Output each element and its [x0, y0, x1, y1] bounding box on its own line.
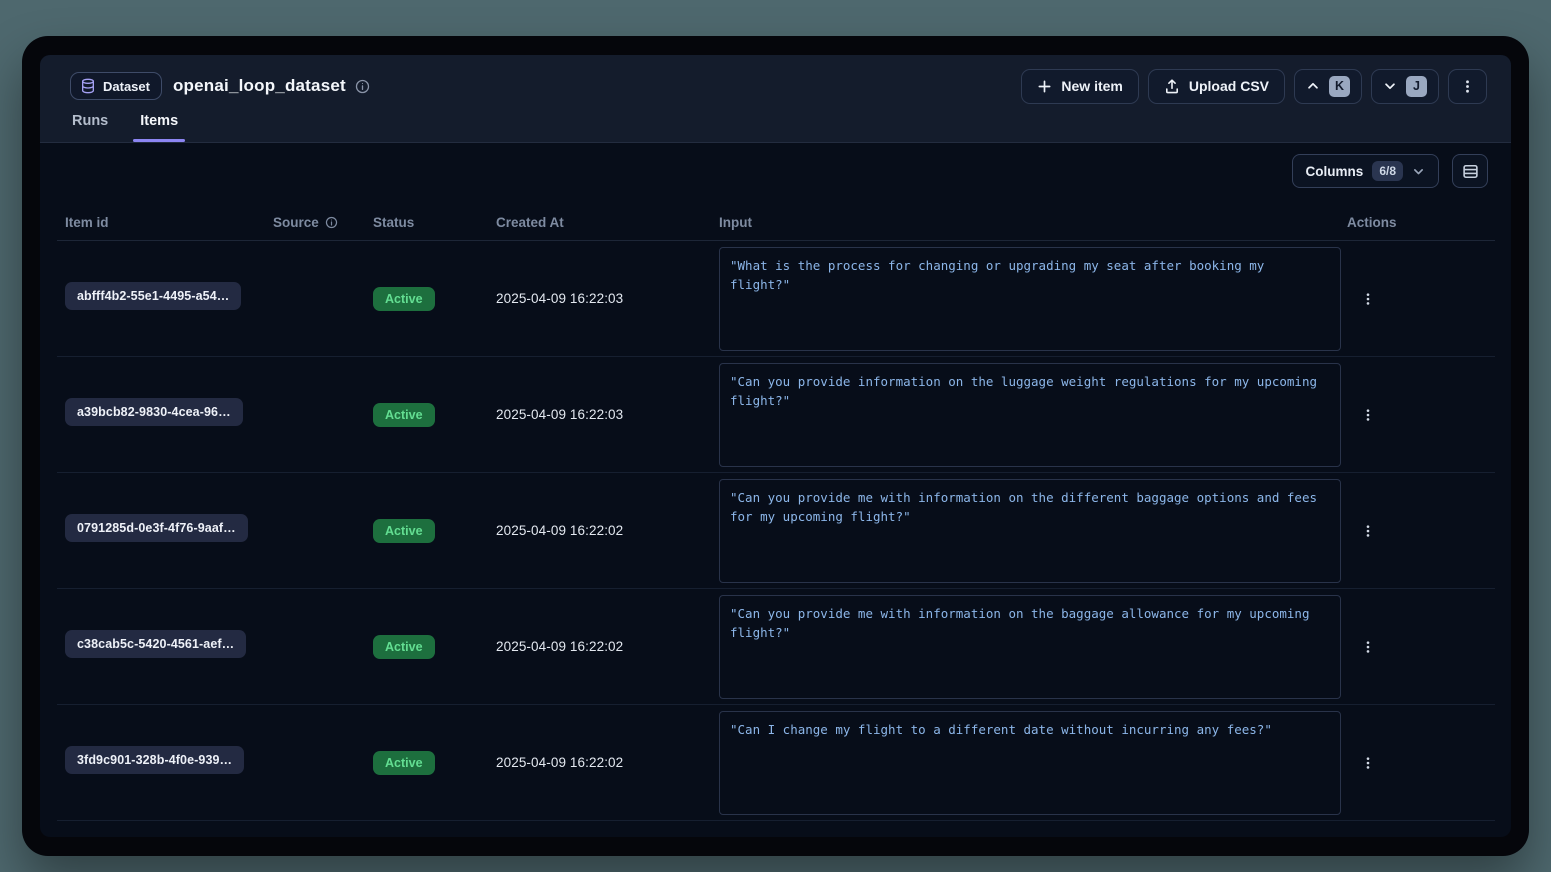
title-row: Dataset openai_loop_dataset	[70, 55, 1487, 109]
row-actions-button[interactable]	[1353, 749, 1383, 777]
kebab-menu-icon	[1460, 78, 1475, 95]
upload-icon	[1164, 78, 1180, 94]
header-created-at: Created At	[488, 215, 711, 230]
kebab-menu-icon	[1361, 639, 1375, 655]
items-content: Columns 6/8	[40, 143, 1511, 821]
kebab-menu-icon	[1361, 755, 1375, 771]
created-at-cell: 2025-04-09 16:22:02	[488, 639, 711, 654]
upload-csv-button[interactable]: Upload CSV	[1148, 69, 1285, 104]
table-row: 0791285d-0e3f-4f76-9aaf… Active 2025-04-…	[57, 473, 1495, 589]
next-item-button[interactable]: J	[1371, 69, 1439, 104]
columns-label: Columns	[1306, 164, 1364, 179]
input-cell: "Can you provide information on the lugg…	[711, 363, 1333, 467]
input-cell: "Can you provide me with information on …	[711, 595, 1333, 699]
actions-cell	[1333, 517, 1495, 545]
chevron-down-icon	[1412, 165, 1425, 178]
chevron-up-icon	[1306, 79, 1320, 93]
table-row: a39bcb82-9830-4cea-96… Active 2025-04-09…	[57, 357, 1495, 473]
tab-runs[interactable]: Runs	[72, 113, 108, 142]
previous-item-button[interactable]: K	[1294, 69, 1362, 104]
status-badge: Active	[373, 635, 435, 659]
actions-cell	[1333, 401, 1495, 429]
header-status: Status	[365, 215, 488, 230]
dataset-badge-label: Dataset	[103, 79, 150, 94]
row-actions-button[interactable]	[1353, 517, 1383, 545]
page-title: openai_loop_dataset	[173, 76, 346, 96]
table-body: abfff4b2-55e1-4495-a54… Active 2025-04-0…	[57, 241, 1495, 821]
actions-cell	[1333, 749, 1495, 777]
header-kebab-menu-button[interactable]	[1448, 69, 1487, 104]
status-cell: Active	[365, 403, 488, 427]
kebab-menu-icon	[1361, 523, 1375, 539]
chevron-down-icon	[1383, 79, 1397, 93]
created-at-cell: 2025-04-09 16:22:03	[488, 407, 711, 422]
input-preview[interactable]: "Can you provide me with information on …	[719, 595, 1341, 699]
item-id-chip[interactable]: abfff4b2-55e1-4495-a54…	[65, 282, 241, 310]
item-id-cell: abfff4b2-55e1-4495-a54…	[57, 282, 265, 315]
table-header-row: Item id Source Status Created At Input	[57, 205, 1495, 241]
upload-csv-label: Upload CSV	[1189, 78, 1269, 94]
table-row: 3fd9c901-328b-4f0e-939… Active 2025-04-0…	[57, 705, 1495, 821]
item-id-chip[interactable]: a39bcb82-9830-4cea-96…	[65, 398, 243, 426]
app-window: Dataset openai_loop_dataset	[22, 36, 1529, 856]
status-badge: Active	[373, 287, 435, 311]
created-at-cell: 2025-04-09 16:22:02	[488, 755, 711, 770]
actions-cell	[1333, 285, 1495, 313]
status-cell: Active	[365, 635, 488, 659]
tab-items[interactable]: Items	[140, 113, 178, 142]
status-badge: Active	[373, 519, 435, 543]
table-row: c38cab5c-5420-4561-aef… Active 2025-04-0…	[57, 589, 1495, 705]
kebab-menu-icon	[1361, 407, 1375, 423]
columns-dropdown-button[interactable]: Columns 6/8	[1292, 154, 1439, 188]
status-badge: Active	[373, 403, 435, 427]
keyboard-shortcut-j: J	[1406, 76, 1427, 97]
items-table: Item id Source Status Created At Input	[57, 205, 1495, 821]
input-cell: "Can you provide me with information on …	[711, 479, 1333, 583]
kebab-menu-icon	[1361, 291, 1375, 307]
header-input: Input	[711, 215, 1333, 230]
row-height-button[interactable]	[1452, 154, 1488, 188]
dataset-info-icon[interactable]	[355, 79, 370, 94]
dataset-app: Dataset openai_loop_dataset	[40, 55, 1511, 837]
input-preview[interactable]: "Can you provide information on the lugg…	[719, 363, 1341, 467]
status-cell: Active	[365, 287, 488, 311]
created-at-cell: 2025-04-09 16:22:02	[488, 523, 711, 538]
item-id-chip[interactable]: c38cab5c-5420-4561-aef…	[65, 630, 246, 658]
created-at-cell: 2025-04-09 16:22:03	[488, 291, 711, 306]
status-cell: Active	[365, 751, 488, 775]
keyboard-shortcut-k: K	[1329, 76, 1350, 97]
rows-icon	[1462, 163, 1479, 180]
plus-icon	[1037, 79, 1052, 94]
database-icon	[80, 78, 96, 94]
input-cell: "Can I change my flight to a different d…	[711, 711, 1333, 815]
status-cell: Active	[365, 519, 488, 543]
header-source: Source	[265, 215, 365, 230]
input-preview[interactable]: "What is the process for changing or upg…	[719, 247, 1341, 351]
input-cell: "What is the process for changing or upg…	[711, 247, 1333, 351]
new-item-button[interactable]: New item	[1021, 69, 1138, 104]
item-id-cell: 0791285d-0e3f-4f76-9aaf…	[57, 514, 265, 547]
table-toolbar: Columns 6/8	[40, 143, 1511, 188]
item-id-cell: a39bcb82-9830-4cea-96…	[57, 398, 265, 431]
header-item-id: Item id	[57, 215, 265, 230]
dataset-badge: Dataset	[70, 72, 162, 100]
tab-bar: Runs Items	[72, 113, 178, 142]
row-actions-button[interactable]	[1353, 285, 1383, 313]
item-id-cell: 3fd9c901-328b-4f0e-939…	[57, 746, 265, 779]
item-id-cell: c38cab5c-5420-4561-aef…	[57, 630, 265, 663]
header-actions: Actions	[1333, 215, 1495, 230]
info-icon[interactable]	[325, 216, 338, 229]
input-preview[interactable]: "Can I change my flight to a different d…	[719, 711, 1341, 815]
item-id-chip[interactable]: 0791285d-0e3f-4f76-9aaf…	[65, 514, 248, 542]
columns-count-badge: 6/8	[1372, 161, 1403, 181]
actions-cell	[1333, 633, 1495, 661]
app-header: Dataset openai_loop_dataset	[40, 55, 1511, 143]
input-preview[interactable]: "Can you provide me with information on …	[719, 479, 1341, 583]
new-item-label: New item	[1061, 78, 1122, 94]
status-badge: Active	[373, 751, 435, 775]
row-actions-button[interactable]	[1353, 633, 1383, 661]
table-row: abfff4b2-55e1-4495-a54… Active 2025-04-0…	[57, 241, 1495, 357]
row-actions-button[interactable]	[1353, 401, 1383, 429]
item-id-chip[interactable]: 3fd9c901-328b-4f0e-939…	[65, 746, 244, 774]
